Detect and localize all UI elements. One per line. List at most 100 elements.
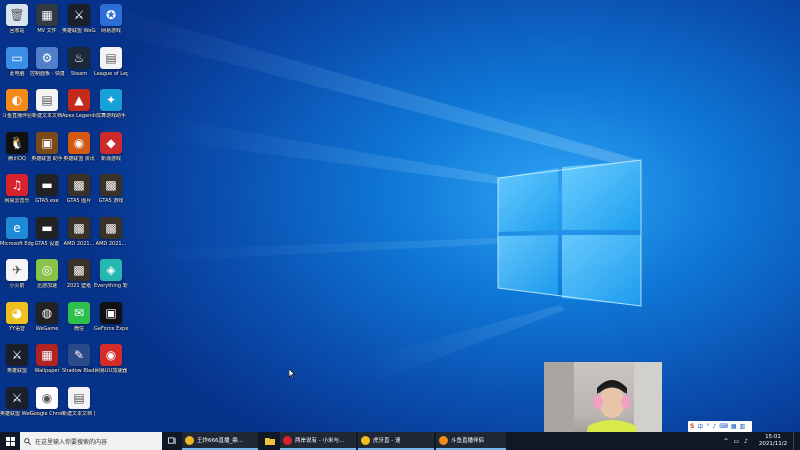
desktop-icon-image: ✎: [68, 344, 90, 366]
desktop-icon-label: Everything 软件: [94, 283, 128, 289]
desktop-icon[interactable]: ▩ AMD 2021...: [62, 216, 96, 247]
show-desktop-button[interactable]: [793, 432, 800, 450]
desktop-icon-image: ✉: [68, 301, 90, 324]
desktop-icon-image: ▤: [100, 46, 122, 69]
desktop-icon[interactable]: ▬ GTA5 设置: [30, 216, 64, 247]
ime-toolbar[interactable]: S 中 ° ♪ ⌨ ▦ ▥: [688, 421, 752, 432]
network-icon[interactable]: ▭: [733, 438, 739, 445]
desktop-icon[interactable]: ⚔ 英雄联盟 WeGame版: [62, 4, 96, 34]
desktop-icon-image: ▣: [100, 301, 122, 324]
desktop-icon[interactable]: ▦ MV 文件: [30, 4, 64, 34]
desktop-icon[interactable]: ▣ 英雄联盟 助手: [30, 131, 64, 162]
desktop-icon-label: 英雄联盟 WeGame版: [62, 28, 96, 34]
taskbar-app-label: 两岸说有 - 小米与...: [295, 438, 345, 444]
desktop-icon[interactable]: ◈ Everything 软件: [94, 259, 128, 289]
desktop-icon[interactable]: ✎ Shadow Blade: [62, 344, 96, 374]
taskbar-app-button[interactable]: 两岸说有 - 小米与...: [280, 432, 356, 450]
desktop-icon-image: ✪: [100, 4, 122, 26]
desktop-icon-image: ▬: [36, 216, 58, 239]
desktop-icon-label: 小火箭: [9, 283, 25, 289]
desktop-icon-label: Steam: [70, 70, 88, 77]
taskbar-app-button[interactable]: 虎牙直 - 速: [358, 432, 434, 450]
desktop-icon-image: ▲: [68, 89, 90, 111]
desktop-icon[interactable]: ◐ 斗鱼直播伴侣: [0, 89, 34, 119]
desktop-icon-label: 新建文本文档: [31, 113, 62, 119]
desktop-icon[interactable]: ♫ 网易云音乐: [0, 174, 34, 204]
taskbar-app-button[interactable]: 王炸666直播_鼎...: [182, 432, 258, 450]
volume-icon[interactable]: ♪: [744, 438, 748, 445]
desktop-icon-image: ▩: [68, 174, 90, 196]
desktop-icon[interactable]: ✈ 小火箭: [0, 259, 34, 289]
desktop-icon-label: Shadow Blade: [62, 368, 96, 374]
desktop-icon[interactable]: ⚔英雄联盟 WeGame版: [0, 386, 34, 417]
taskbar: 在这里输入你要搜索的内容 王炸666直播_鼎... 两岸说有 - 小米与... 虎牙…: [0, 432, 800, 450]
desktop-icon[interactable]: ◎ 迅游加速: [30, 259, 64, 289]
desktop-icon[interactable]: ▩ AMD 2021...: [94, 216, 128, 247]
desktop-icon[interactable]: ◕ YY语音: [0, 301, 34, 332]
desktop-icon-label: GeForce Experience: [94, 325, 128, 332]
desktop-icon[interactable]: ▤League of Legends: [94, 46, 128, 77]
app-icon: [439, 435, 448, 445]
desktop-icon-image: 🗑: [6, 4, 28, 26]
taskbar-search-box[interactable]: 在这里输入你要搜索的内容: [20, 432, 162, 450]
sogou-ime-icon[interactable]: S: [690, 423, 694, 430]
desktop-icon[interactable]: ◉ 网易UU加速器: [94, 344, 128, 374]
desktop-icon[interactable]: ▲ Apex Legends: [62, 89, 96, 119]
desktop-icon[interactable]: ▤ 新建文本文档: [30, 89, 64, 119]
desktop-icon[interactable]: ◍ WeGame: [30, 301, 64, 332]
desktop-icon[interactable]: ▩ GTA5 图片: [62, 174, 96, 204]
desktop-icon[interactable]: ▭ 此电脑: [0, 46, 34, 77]
desktop-icon-label: GTA5 设置: [34, 240, 60, 247]
desktop-icon[interactable]: ▦ Wallpaper: [30, 344, 64, 374]
ime-tool-icon[interactable]: 中: [697, 422, 703, 431]
desktop-icon[interactable]: ◉ 英雄联盟 资讯: [62, 131, 96, 162]
ime-tool-icon[interactable]: ▥: [740, 423, 746, 430]
desktop-icon[interactable]: ◉Google Chrome: [30, 386, 64, 417]
desktop-icon[interactable]: ✪ 网易游戏: [94, 4, 128, 34]
task-view-button[interactable]: [162, 432, 182, 450]
desktop-icon[interactable]: 🐧 腾讯QQ: [0, 131, 34, 162]
desktop-icon[interactable]: ▩ GTA5 游戏: [94, 174, 128, 204]
desktop-icon[interactable]: ✦ 炫舞游戏助手: [94, 89, 128, 119]
desktop-icon-label: Google Chrome: [30, 410, 64, 417]
search-icon: [24, 437, 31, 445]
desktop-icon-image: ◉: [36, 386, 58, 409]
ime-tool-icon[interactable]: ♪: [712, 423, 716, 430]
desktop-icon-label: 英雄联盟 助手: [31, 155, 63, 162]
desktop-icon[interactable]: ⚙控制面板 - 快捷方式: [30, 46, 64, 77]
desktop-icon[interactable]: ▬ GTA5.exe: [30, 174, 64, 204]
desktop-icon[interactable]: ▣GeForce Experience: [94, 301, 128, 332]
mouse-cursor: [289, 369, 295, 378]
desktop-icon[interactable]: 🗑 回收站: [0, 4, 34, 34]
desktop-icon-image: ▩: [100, 216, 122, 239]
desktop-icon-label: MV 文件: [37, 28, 57, 34]
folder-icon: [265, 438, 275, 445]
start-button[interactable]: [0, 432, 20, 450]
desktop-icon-label: 网易游戏: [100, 28, 121, 34]
desktop-icon-image: ▭: [6, 46, 28, 69]
ime-tool-icon[interactable]: °: [706, 423, 709, 430]
desktop-icon-label: 英雄联盟 资讯: [63, 155, 95, 162]
desktop-icon[interactable]: ♨ Steam: [62, 46, 96, 77]
taskbar-app-button[interactable]: 斗鱼直播伴侣: [436, 432, 506, 450]
desktop-icon-label: 网易UU加速器: [94, 368, 128, 374]
desktop-icon[interactable]: e Microsoft Edge: [0, 216, 34, 247]
app-icon: [361, 435, 370, 445]
desktop-icon-image: ⚔: [68, 4, 90, 26]
desktop-icon[interactable]: ▩ 2021 壁纸: [62, 259, 96, 289]
desktop-icon-image: ▩: [68, 259, 90, 281]
ime-tool-icon[interactable]: ⌨: [719, 423, 728, 430]
app-icon: [185, 435, 194, 445]
taskbar-app-label: 虎牙直 - 速: [373, 438, 401, 444]
desktop-icon[interactable]: ✉ 微信: [62, 301, 96, 332]
desktop-icon[interactable]: ⚔ 英雄联盟: [0, 344, 34, 374]
explorer-taskbar-button[interactable]: [260, 432, 280, 450]
desktop-icon[interactable]: ▤新建文本文档 (2): [62, 386, 96, 417]
desktop-icon-label: 2021 壁纸: [66, 283, 92, 289]
desktop-icon-image: ⚔: [6, 344, 28, 366]
tray-overflow-icon[interactable]: ^: [723, 438, 728, 445]
desktop-icon-label: AMD 2021...: [95, 240, 127, 247]
taskbar-clock[interactable]: 15:01 2021/11/2: [753, 434, 793, 448]
ime-tool-icon[interactable]: ▦: [731, 423, 737, 430]
desktop-icon[interactable]: ◆ 新浪游戏: [94, 131, 128, 162]
